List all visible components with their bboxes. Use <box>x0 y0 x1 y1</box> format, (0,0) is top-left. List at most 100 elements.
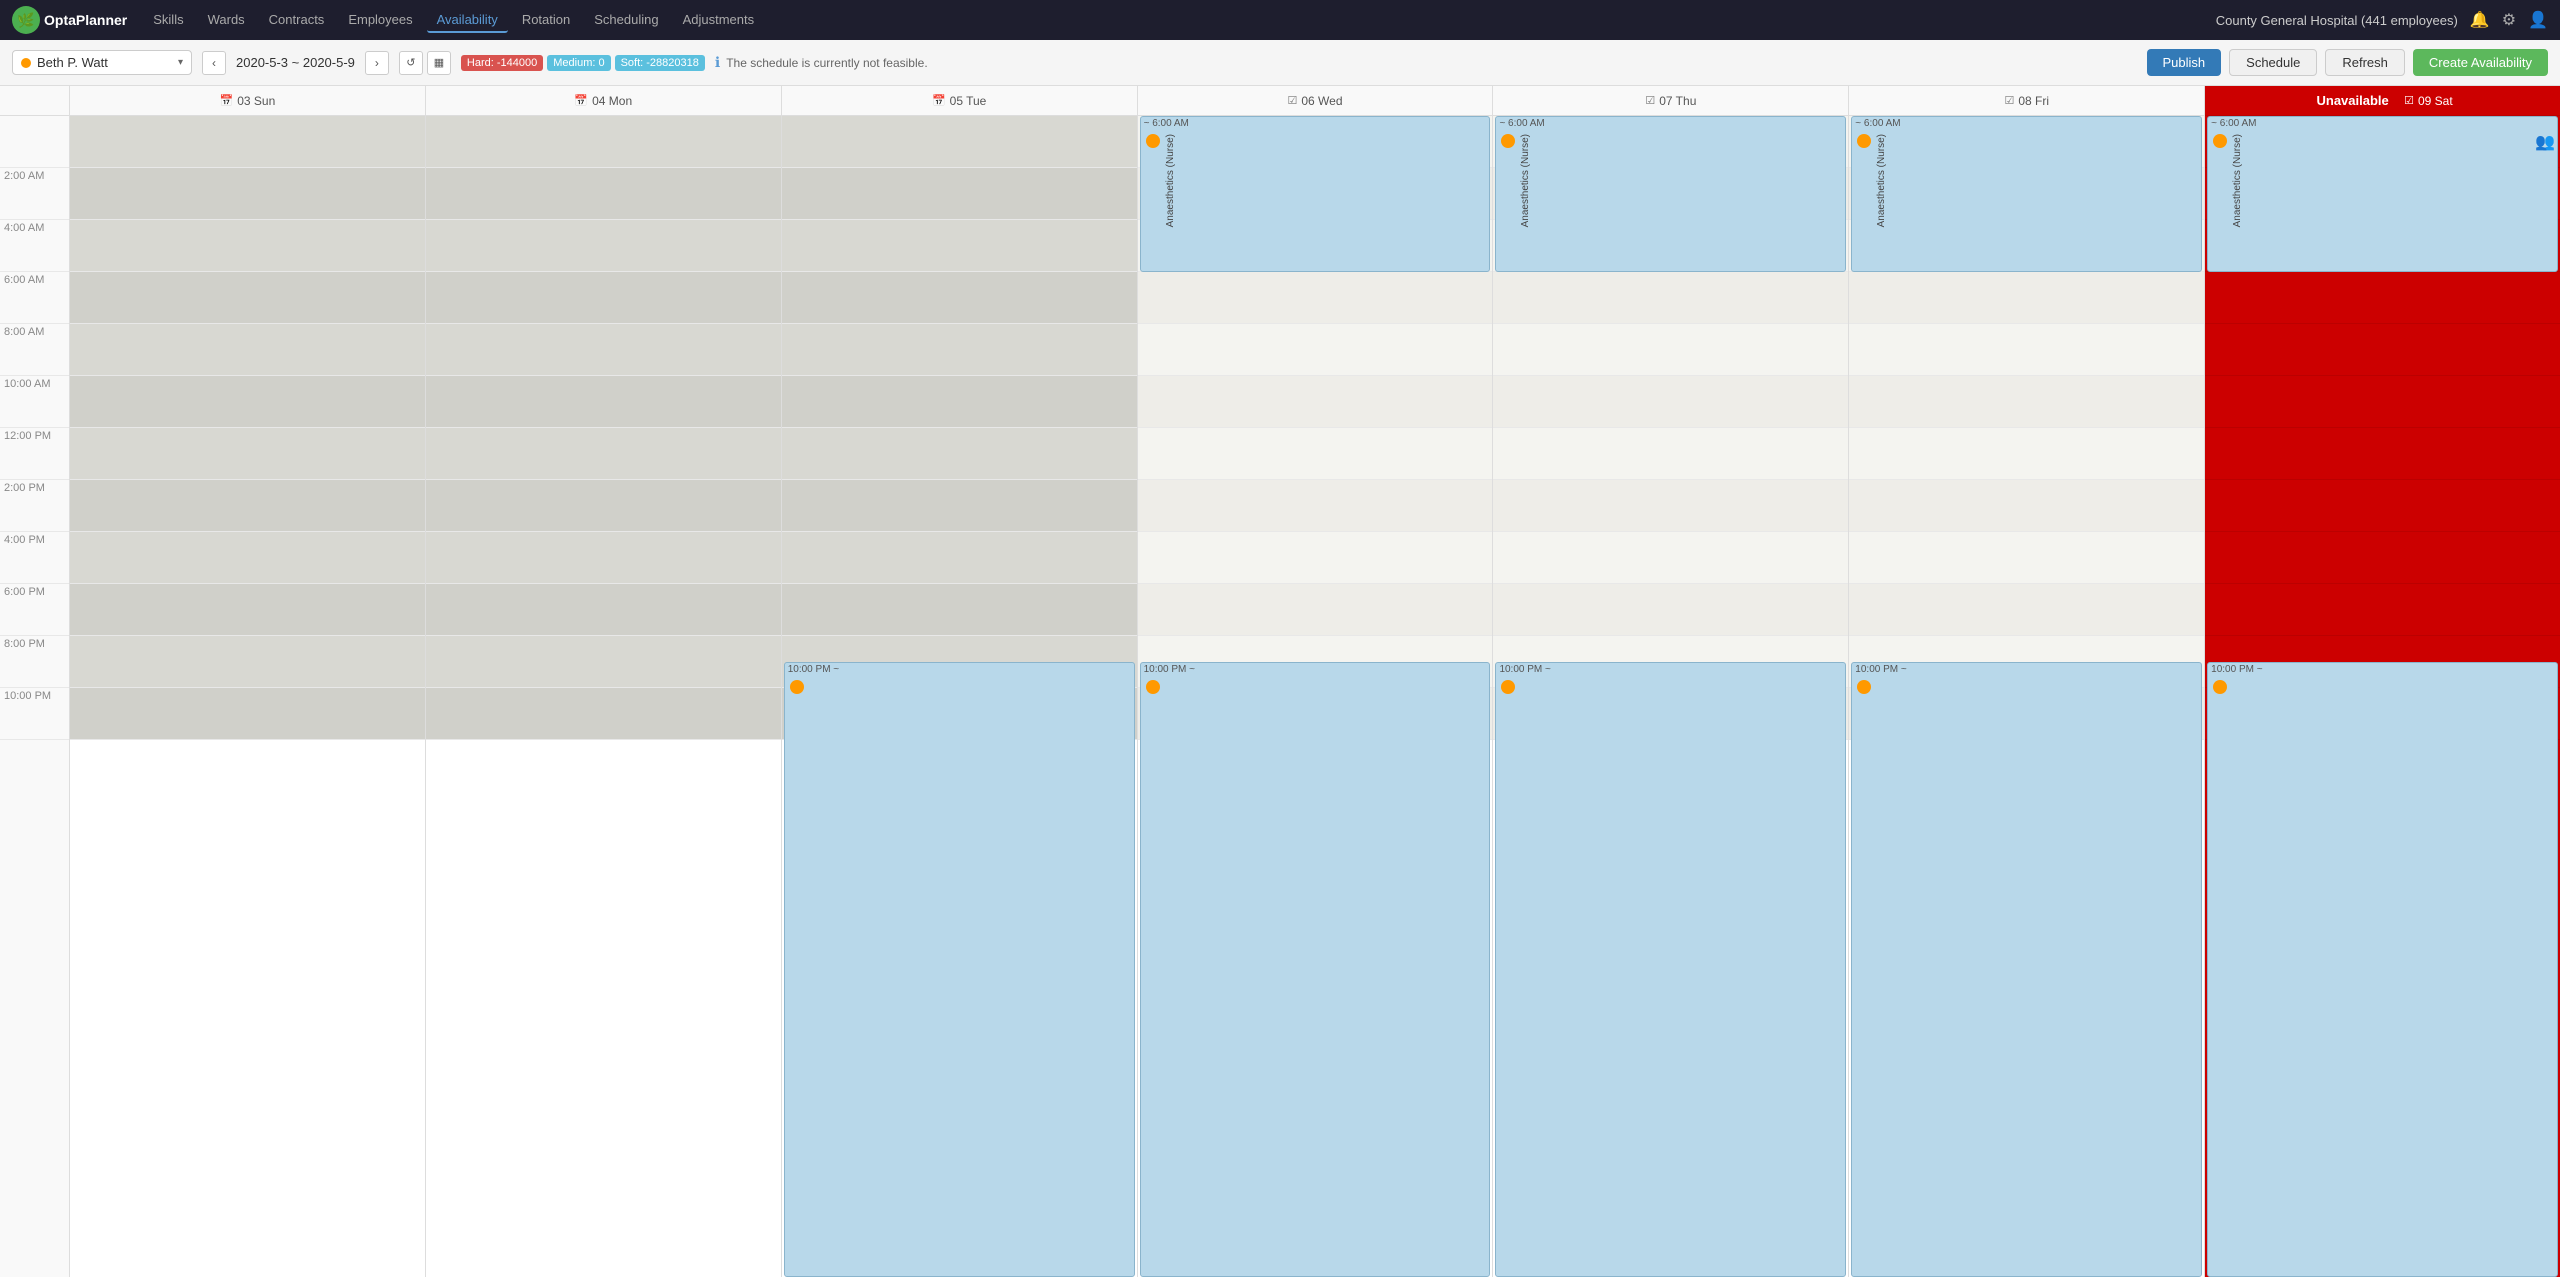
shift-indicator-dot <box>1857 134 1871 148</box>
shift-time-label: 10:00 PM ~ <box>1496 663 1845 676</box>
prev-week-button[interactable]: ‹ <box>202 51 226 75</box>
gear-icon[interactable]: ⚙ <box>2502 10 2516 30</box>
day-body-tue: 10:00 PM ~ <box>782 116 1137 1277</box>
shift-indicator-dot <box>1146 134 1160 148</box>
hospital-name[interactable]: County General Hospital (441 employees) <box>2216 13 2458 28</box>
hour-cell <box>70 480 425 532</box>
shift-block-fri-top[interactable]: ~ 6:00 AM Anaesthetics (Nurse) <box>1851 116 2202 272</box>
time-label-4pm: 4:00 PM <box>0 532 69 584</box>
shift-block-thu-top[interactable]: ~ 6:00 AM Anaesthetics (Nurse) <box>1495 116 1846 272</box>
day-body-mon <box>426 116 781 1277</box>
nav-availability[interactable]: Availability <box>427 8 508 33</box>
nav-employees[interactable]: Employees <box>338 8 422 33</box>
day-label-sat: 09 Sat <box>2418 94 2453 108</box>
shift-time-label: 10:00 PM ~ <box>1141 663 1490 676</box>
hour-cell <box>782 168 1137 220</box>
hour-cell <box>782 376 1137 428</box>
shift-indicator-dot <box>2213 134 2227 148</box>
shift-label: Anaesthetics (Nurse) <box>1163 132 1178 229</box>
date-icons: ↺ ▦ <box>399 51 451 75</box>
shift-time-label: ~ 6:00 AM <box>2208 117 2557 130</box>
hour-cell <box>2205 376 2560 428</box>
nav-adjustments[interactable]: Adjustments <box>673 8 765 33</box>
shift-block-sat-bottom[interactable]: 10:00 PM ~ <box>2207 662 2558 1277</box>
hour-cell <box>782 116 1137 168</box>
shift-block-wed-bottom[interactable]: 10:00 PM ~ <box>1140 662 1491 1277</box>
hour-cell <box>2205 428 2560 480</box>
hour-cell <box>1138 272 1493 324</box>
unavailable-text: Unavailable <box>2316 93 2388 108</box>
shift-block-wed-top[interactable]: ~ 6:00 AM Anaesthetics (Nurse) <box>1140 116 1491 272</box>
shift-block-tue-bottom[interactable]: 10:00 PM ~ <box>784 662 1135 1277</box>
hour-cell <box>2205 272 2560 324</box>
hour-cell <box>426 376 781 428</box>
shift-time-label: ~ 6:00 AM <box>1852 117 2201 130</box>
hour-cell <box>426 532 781 584</box>
nav-rotation[interactable]: Rotation <box>512 8 580 33</box>
time-label-midnight <box>0 116 69 168</box>
hour-cell <box>1849 584 2204 636</box>
checkbox-icon-fri: ☑ <box>2004 94 2014 107</box>
hour-cell <box>70 584 425 636</box>
day-header-sun: 📅 03 Sun <box>70 86 425 116</box>
hour-cell <box>1493 324 1848 376</box>
shift-indicator-dot <box>790 680 804 694</box>
schedule-status-text: The schedule is currently not feasible. <box>726 56 927 70</box>
user-icon[interactable]: 👤 <box>2528 10 2548 30</box>
day-label-tue: 05 Tue <box>950 94 987 108</box>
refresh-button[interactable]: Refresh <box>2325 49 2405 76</box>
hour-cell <box>1849 480 2204 532</box>
top-navigation: 🌿 OptaPlanner Skills Wards Contracts Emp… <box>0 0 2560 40</box>
hour-cell <box>1138 376 1493 428</box>
chevron-down-icon: ▾ <box>178 57 183 68</box>
bell-icon[interactable]: 🔔 <box>2470 10 2490 30</box>
hour-cell <box>1493 272 1848 324</box>
shift-indicator-dot <box>1501 680 1515 694</box>
time-label-10pm: 10:00 PM <box>0 688 69 740</box>
calendar-view-button[interactable]: ▦ <box>427 51 451 75</box>
employee-selector[interactable]: Beth P. Watt ▾ <box>12 50 192 75</box>
schedule-button[interactable]: Schedule <box>2229 49 2317 76</box>
hour-cell <box>1138 584 1493 636</box>
next-week-button[interactable]: › <box>365 51 389 75</box>
create-availability-button[interactable]: Create Availability <box>2413 49 2548 76</box>
shift-block-sat-top[interactable]: ~ 6:00 AM Anaesthetics (Nurse) 👥 <box>2207 116 2558 272</box>
hour-cell <box>70 428 425 480</box>
hour-cell <box>782 584 1137 636</box>
checkbox-icon-thu: ☑ <box>1645 94 1655 107</box>
nav-skills[interactable]: Skills <box>143 8 193 33</box>
soft-score-badge: Soft: -28820318 <box>615 55 705 71</box>
hour-cell <box>1493 532 1848 584</box>
publish-button[interactable]: Publish <box>2147 49 2222 76</box>
time-label-8pm: 8:00 PM <box>0 636 69 688</box>
day-slots-sun <box>70 116 425 740</box>
action-buttons: Publish Schedule Refresh Create Availabi… <box>2147 49 2548 76</box>
hour-cell <box>70 688 425 740</box>
day-label-mon: 04 Mon <box>592 94 632 108</box>
time-label-10am: 10:00 AM <box>0 376 69 428</box>
day-slots-tue <box>782 116 1137 740</box>
calendar-icon-sun: 📅 <box>220 94 234 107</box>
shift-indicator-dot <box>1857 680 1871 694</box>
hour-cell <box>1849 532 2204 584</box>
days-grid: 📅 03 Sun <box>70 86 2560 1277</box>
day-body-wed: ~ 6:00 AM Anaesthetics (Nurse) 10:00 PM … <box>1138 116 1493 1277</box>
score-badges: Hard: -144000 Medium: 0 Soft: -28820318 <box>461 55 705 71</box>
shift-time-label: 10:00 PM ~ <box>785 663 1134 676</box>
hour-cell <box>1493 376 1848 428</box>
checkbox-icon-sat: ☑ <box>2404 94 2414 107</box>
time-header <box>0 86 69 116</box>
nav-contracts[interactable]: Contracts <box>259 8 335 33</box>
logo-icon: 🌿 <box>12 6 40 34</box>
hour-cell <box>1138 428 1493 480</box>
shift-time-label: 10:00 PM ~ <box>1852 663 2201 676</box>
hour-cell <box>782 532 1137 584</box>
nav-wards[interactable]: Wards <box>198 8 255 33</box>
reset-date-button[interactable]: ↺ <box>399 51 423 75</box>
shift-block-fri-bottom[interactable]: 10:00 PM ~ <box>1851 662 2202 1277</box>
nav-scheduling[interactable]: Scheduling <box>584 8 668 33</box>
hour-cell <box>2205 532 2560 584</box>
shift-block-thu-bottom[interactable]: 10:00 PM ~ <box>1495 662 1846 1277</box>
checkbox-icon-wed: ☑ <box>1288 94 1298 107</box>
time-label-6am: 6:00 AM <box>0 272 69 324</box>
